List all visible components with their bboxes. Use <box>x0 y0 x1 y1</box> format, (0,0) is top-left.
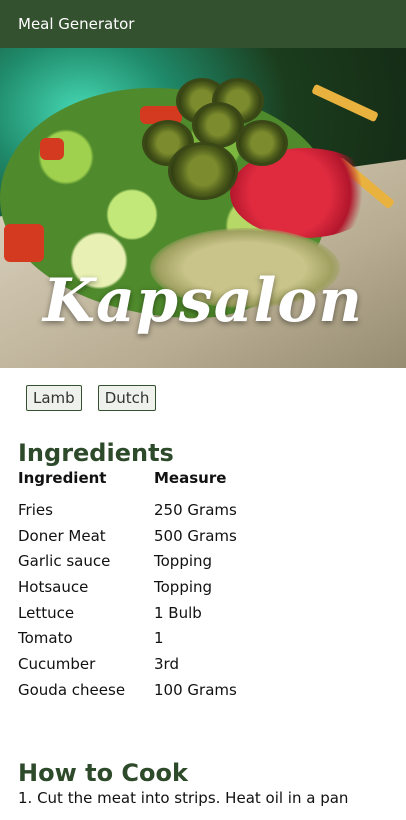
ingredient-name: Cucumber <box>18 654 96 673</box>
ingredient-name: Fries <box>18 500 53 519</box>
table-row: Gouda cheese 100 Grams <box>18 677 237 703</box>
column-header-ingredient: Ingredient <box>18 469 107 487</box>
column-header-measure: Measure <box>154 469 227 487</box>
meal-hero-image: Kapsalon <box>0 48 406 368</box>
ingredients-table: Ingredient Measure Fries 250 Grams Doner… <box>18 469 237 703</box>
tag-category[interactable]: Lamb <box>26 385 82 411</box>
table-row: Cucumber 3rd <box>18 651 237 677</box>
meal-title: Kapsalon <box>42 266 364 336</box>
ingredient-measure: Topping <box>154 577 213 596</box>
ingredient-measure: Topping <box>154 552 213 571</box>
ingredient-measure: 100 Grams <box>154 680 237 699</box>
table-row: Fries 250 Grams <box>18 497 237 523</box>
table-row: Doner Meat 500 Grams <box>18 523 237 549</box>
ingredient-name: Doner Meat <box>18 526 106 545</box>
app-title: Meal Generator <box>18 15 135 33</box>
meal-tags: Lamb Dutch <box>0 368 406 411</box>
ingredient-name: Tomato <box>18 629 73 648</box>
ingredient-measure: 3rd <box>154 654 179 673</box>
instructions-section: How to Cook 1. Cut the meat into strips.… <box>0 703 406 807</box>
jalapeno-graphic <box>236 120 288 166</box>
tomato-graphic <box>40 138 64 160</box>
tomato-graphic <box>4 224 44 262</box>
fries-graphic <box>311 83 379 123</box>
ingredients-section: Ingredients Ingredient Measure Fries 250… <box>0 411 406 703</box>
ingredient-measure: 1 <box>154 629 164 648</box>
ingredient-name: Hotsauce <box>18 577 89 596</box>
table-row: Lettuce 1 Bulb <box>18 600 237 626</box>
table-row: Garlic sauce Topping <box>18 548 237 574</box>
instruction-step: 1. Cut the meat into strips. Heat oil in… <box>18 788 349 807</box>
ingredient-name: Gouda cheese <box>18 680 126 699</box>
ingredient-name: Garlic sauce <box>18 552 111 571</box>
app-header: Meal Generator <box>0 0 406 48</box>
ingredient-measure: 500 Grams <box>154 526 237 545</box>
table-row: Tomato 1 <box>18 625 237 651</box>
ingredient-measure: 1 Bulb <box>154 603 202 622</box>
ingredient-measure: 250 Grams <box>154 500 237 519</box>
ingredients-heading: Ingredients <box>18 439 174 467</box>
ingredient-name: Lettuce <box>18 603 75 622</box>
jalapeno-graphic <box>168 142 238 200</box>
table-header-row: Ingredient Measure <box>18 469 237 497</box>
tag-area[interactable]: Dutch <box>97 385 157 411</box>
instructions-heading: How to Cook <box>18 758 188 787</box>
table-row: Hotsauce Topping <box>18 574 237 600</box>
